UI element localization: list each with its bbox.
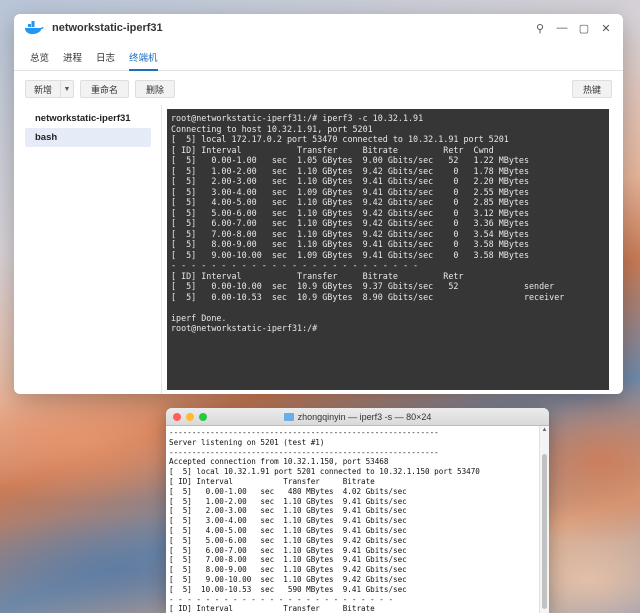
tab-processes[interactable]: 进程 — [63, 50, 82, 70]
mac-terminal-output[interactable]: ----------------------------------------… — [166, 426, 539, 613]
terminal-line: [ 5] 3.00-4.00 sec 1.10 GBytes 9.41 Gbit… — [169, 516, 407, 526]
session-sidebar: networkstatic-iperf31 bash — [14, 105, 162, 394]
terminal-line: [ 5] 8.00-9.00 sec 1.10 GBytes 9.42 Gbit… — [169, 565, 407, 575]
tab-overview[interactable]: 总览 — [30, 50, 49, 70]
terminal-line: Connecting to host 10.32.1.91, port 5201 — [171, 123, 373, 134]
terminal-line: [ 5] 1.00-2.00 sec 1.10 GBytes 9.41 Gbit… — [169, 496, 407, 506]
new-button-group: 新增 ▼ — [25, 80, 75, 98]
rename-button[interactable]: 重命名 — [80, 80, 130, 98]
mac-titlebar[interactable]: zhongqinyin — iperf3 -s — 80×24 — [166, 408, 549, 426]
terminal-line: [ 5] 8.00-9.00 sec 1.10 GBytes 9.41 Gbit… — [171, 239, 529, 249]
terminal-line: [ 5] 9.00-10.00 sec 1.09 GBytes 9.41 Gbi… — [171, 249, 529, 260]
terminal-line: [ ID] Interval Transfer Bitrate — [169, 604, 375, 613]
window-title: networkstatic-iperf31 — [52, 22, 163, 34]
terminal-line: [ ID] Interval Transfer Bitrate — [169, 476, 375, 486]
new-button[interactable]: 新增 — [26, 81, 62, 97]
tab-bar: 总览 进程 日志 终端机 — [14, 42, 623, 71]
terminal-line: Server listening on 5201 (test #1) — [169, 437, 325, 447]
scrollbar[interactable]: ▲ — [539, 426, 549, 613]
main-content: networkstatic-iperf31 bash root@networks… — [14, 105, 623, 394]
scrollbar-thumb[interactable] — [542, 454, 547, 609]
terminal-line: [ 5] 10.00-10.53 sec 590 MBytes 9.41 Gbi… — [169, 584, 407, 594]
terminal-line: [ 5] 5.00-6.00 sec 1.10 GBytes 9.42 Gbit… — [169, 535, 407, 545]
terminal-line: [ 5] 1.00-2.00 sec 1.10 GBytes 9.42 Gbit… — [171, 165, 529, 176]
new-dropdown-chevron-icon[interactable]: ▼ — [61, 86, 73, 93]
window-titlebar[interactable]: networkstatic-iperf31 ⚲ — ▢ ✕ — [14, 14, 623, 42]
terminal-line: [ 5] local 172.17.0.2 port 53470 connect… — [171, 134, 509, 144]
terminal-line: [ 5] 6.00-7.00 sec 1.10 GBytes 9.41 Gbit… — [169, 545, 407, 555]
terminal-line: iperf Done. — [171, 312, 227, 323]
sidebar-item-container[interactable]: networkstatic-iperf31 — [25, 109, 151, 128]
terminal-line: [ 5] 0.00-10.53 sec 10.9 GBytes 8.90 Gbi… — [171, 291, 565, 302]
terminal-line: [ 5] 9.00-10.00 sec 1.10 GBytes 9.42 Gbi… — [169, 574, 407, 584]
mac-window-title: zhongqinyin — iperf3 -s — 80×24 — [297, 411, 432, 422]
tab-terminal[interactable]: 终端机 — [129, 50, 158, 71]
terminal-line: - - - - - - - - - - - - - - - - - - - - … — [169, 594, 394, 604]
delete-button[interactable]: 删除 — [135, 80, 176, 98]
terminal-line: [ 5] 7.00-8.00 sec 1.10 GBytes 9.42 Gbit… — [171, 228, 529, 239]
terminal-line: root@networkstatic-iperf31:/# — [171, 323, 318, 333]
terminal-line: [ ID] Interval Transfer Bitrate Retr — [171, 270, 464, 281]
tab-logs[interactable]: 日志 — [96, 50, 115, 70]
terminal-line: ----------------------------------------… — [169, 447, 439, 457]
terminal-output[interactable]: root@networkstatic-iperf31:/# iperf3 -c … — [167, 109, 609, 390]
close-icon[interactable]: ✕ — [595, 17, 617, 39]
terminal-line: [ ID] Interval Transfer Bitrate Retr Cwn… — [171, 144, 494, 155]
terminal-line: [ 5] 4.00-5.00 sec 1.10 GBytes 9.42 Gbit… — [171, 197, 529, 207]
terminal-line: [ 5] 7.00-8.00 sec 1.10 GBytes 9.41 Gbit… — [169, 555, 407, 565]
folder-icon — [283, 412, 294, 421]
scroll-up-icon[interactable]: ▲ — [540, 426, 549, 434]
container-manager-window: networkstatic-iperf31 ⚲ — ▢ ✕ 总览 进程 日志 终… — [14, 14, 623, 394]
terminal-line: [ 5] 2.00-3.00 sec 1.10 GBytes 9.41 Gbit… — [171, 176, 529, 186]
terminal-line: [ 5] 0.00-10.00 sec 10.9 GBytes 9.37 Gbi… — [171, 281, 555, 291]
terminal-line: [ 5] local 10.32.1.91 port 5201 connecte… — [169, 467, 480, 477]
mac-terminal-window: zhongqinyin — iperf3 -s — 80×24 --------… — [166, 408, 549, 613]
hotkey-button[interactable]: 热键 — [571, 80, 612, 98]
terminal-line: root@networkstatic-iperf31:/# iperf3 -c … — [171, 113, 424, 123]
toolbar: 新增 ▼ 重命名 删除 热键 — [14, 71, 623, 107]
maximize-icon[interactable]: ▢ — [573, 17, 595, 39]
terminal-line: [ 5] 4.00-5.00 sec 1.10 GBytes 9.41 Gbit… — [169, 525, 407, 535]
terminal-line: - - - - - - - - - - - - - - - - - - - - … — [171, 260, 419, 270]
terminal-line: [ 5] 3.00-4.00 sec 1.09 GBytes 9.41 Gbit… — [171, 186, 529, 197]
docker-whale-icon — [25, 21, 44, 35]
terminal-line: Accepted connection from 10.32.1.150, po… — [169, 457, 389, 467]
sidebar-item-bash[interactable]: bash — [25, 128, 151, 147]
terminal-line: ----------------------------------------… — [169, 428, 439, 437]
terminal-line: [ 5] 0.00-1.00 sec 480 MBytes 4.02 Gbits… — [169, 486, 407, 496]
pin-icon[interactable]: ⚲ — [529, 17, 551, 39]
terminal-line: [ 5] 6.00-7.00 sec 1.10 GBytes 9.42 Gbit… — [171, 218, 529, 228]
terminal-line: [ 5] 2.00-3.00 sec 1.10 GBytes 9.41 Gbit… — [169, 506, 407, 516]
terminal-line: [ 5] 0.00-1.00 sec 1.05 GBytes 9.00 Gbit… — [171, 155, 529, 165]
minimize-icon[interactable]: — — [551, 17, 573, 39]
terminal-line: [ 5] 5.00-6.00 sec 1.10 GBytes 9.42 Gbit… — [171, 207, 529, 218]
